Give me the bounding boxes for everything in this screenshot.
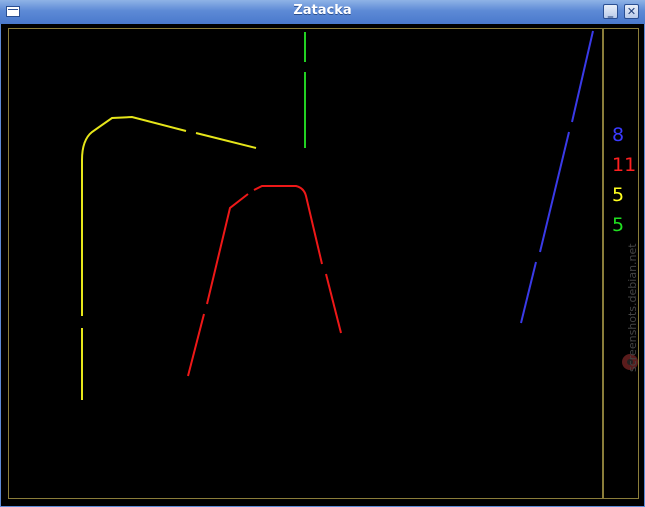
yellow-trail-segment xyxy=(81,115,187,316)
yellow-trail xyxy=(81,115,257,400)
yellow-trail-segment xyxy=(195,132,257,149)
blue-trail-segment xyxy=(571,30,594,123)
blue-trail xyxy=(520,30,594,324)
player-trails xyxy=(81,30,594,400)
score-yellow-value: 5 xyxy=(612,184,625,206)
score-green-value: 5 xyxy=(612,214,625,236)
score-yellow: 5 xyxy=(612,184,624,206)
score-blue: 8 xyxy=(612,124,624,146)
red-trail-segment xyxy=(187,313,205,377)
score-red: 11 xyxy=(612,154,636,176)
red-trail xyxy=(187,185,342,377)
score-blue-value: 8 xyxy=(612,124,625,146)
score-red-value: 11 xyxy=(612,154,637,176)
watermark-text: screenshots.debian.net xyxy=(626,243,639,372)
blue-trail-segment xyxy=(520,261,537,324)
blue-trail-segment xyxy=(539,131,570,253)
red-trail-segment xyxy=(253,185,323,265)
red-trail-segment xyxy=(325,273,342,334)
red-trail-segment xyxy=(206,193,249,305)
score-green: 5 xyxy=(612,214,624,236)
game-window: Zatacka _ ✕ 8 11 5 5 screenshots.debian.… xyxy=(0,0,645,507)
